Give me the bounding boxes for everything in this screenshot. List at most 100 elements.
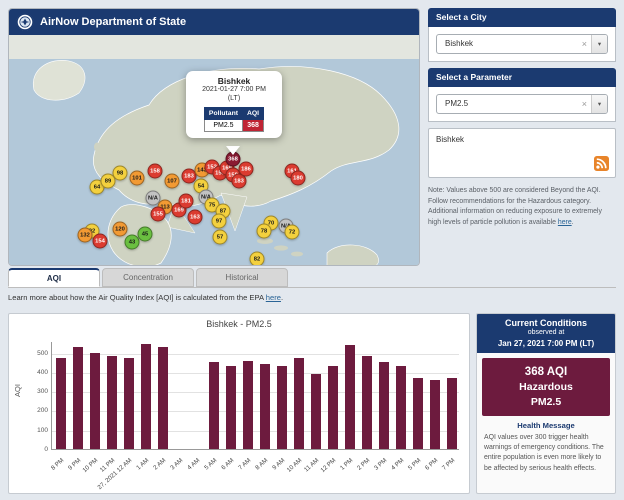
chart-bar[interactable]	[277, 366, 287, 449]
aqi-marker[interactable]: 101	[130, 171, 145, 186]
chart-bar[interactable]	[311, 374, 321, 449]
aqi-value: 368 AQI	[484, 364, 608, 381]
map-viewport[interactable]: 64988910115810718354N/A11315516918116392…	[9, 35, 419, 265]
chart-ytick-label: 300	[20, 388, 48, 395]
health-message-text: AQI values over 300 trigger health warni…	[477, 430, 615, 477]
map-card: AirNow Department of State 6498891011581…	[8, 8, 420, 266]
aqi-marker[interactable]: 57	[213, 230, 228, 245]
aqi-marker[interactable]: 72	[285, 225, 300, 240]
parameter-select-block: Select a Parameter PM2.5 × ▾	[428, 68, 616, 122]
app-title: AirNow Department of State	[40, 16, 186, 28]
rss-icon[interactable]	[594, 156, 609, 171]
marker-layer: 64988910115810718354N/A11315516918116392…	[9, 35, 419, 265]
aqi-value-box: 368 AQI Hazardous PM2.5	[482, 358, 610, 416]
health-message-title: Health Message	[477, 421, 615, 430]
popup-city: Bishkek	[191, 76, 277, 86]
popup-aqi-cell: 368	[242, 119, 263, 131]
tab-concentration[interactable]: Concentration	[102, 268, 194, 287]
aqi-marker[interactable]: 107	[165, 174, 180, 189]
aqi-marker[interactable]: 186	[239, 162, 254, 177]
chart-bar[interactable]	[124, 358, 134, 449]
map-header: AirNow Department of State	[9, 9, 419, 35]
chart-card: Bishkek - PM2.5 AQI 01002003004005008 PM…	[8, 313, 470, 494]
aqi-marker[interactable]: 132	[78, 228, 93, 243]
chart-bar[interactable]	[447, 378, 457, 449]
parameter-select-body: PM2.5 × ▾	[428, 87, 616, 122]
chart-bar[interactable]	[430, 380, 440, 449]
note-suffix: .	[572, 219, 574, 226]
clear-icon[interactable]: ×	[582, 95, 587, 114]
current-conditions-card: Current Conditions observed at Jan 27, 2…	[476, 313, 616, 494]
aqi-marker[interactable]: 154	[93, 234, 108, 249]
chart-bar[interactable]	[226, 366, 236, 449]
learn-more-prefix: Learn more about how the Air Quality Ind…	[8, 293, 266, 302]
aqi-marker[interactable]: 82	[250, 252, 265, 266]
note-link[interactable]: here	[558, 219, 572, 226]
aqi-marker[interactable]: 120	[113, 222, 128, 237]
tab-aqi[interactable]: AQI	[8, 268, 100, 287]
aqi-marker[interactable]: 181	[179, 194, 194, 209]
tab-divider	[8, 287, 616, 288]
chevron-down-icon[interactable]: ▾	[591, 95, 607, 113]
tabs: AQIConcentrationHistorical	[8, 268, 290, 288]
aqi-marker[interactable]: 155	[151, 207, 166, 222]
popup-pollutant-cell: PM2.5	[204, 119, 242, 131]
chart-ytick-label: 0	[20, 446, 48, 453]
chart-bar[interactable]	[90, 353, 100, 449]
aqi-marker[interactable]: 158	[148, 164, 163, 179]
map-popup: Bishkek 2021-01-27 7:00 PM (LT) Pollutan…	[186, 71, 282, 138]
chart-bar[interactable]	[107, 356, 117, 449]
chart-bar[interactable]	[345, 345, 355, 449]
chart-bar[interactable]	[56, 358, 66, 449]
popup-col-pollutant: Pollutant	[204, 107, 242, 119]
popup-col-aqi: AQI	[242, 107, 263, 119]
chart-bar[interactable]	[379, 362, 389, 449]
chart-ytick-label: 200	[20, 407, 48, 414]
note-text: Note: Values above 500 are considered Be…	[428, 186, 616, 229]
chart-bar[interactable]	[243, 361, 253, 449]
aqi-marker[interactable]: 89	[101, 174, 116, 189]
popup-timezone: (LT)	[191, 95, 277, 104]
chart-bar[interactable]	[328, 366, 338, 449]
tab-historical[interactable]: Historical	[196, 268, 288, 287]
aqi-parameter: PM2.5	[484, 395, 608, 410]
city-select-header: Select a City	[428, 8, 616, 27]
aqi-marker[interactable]: 97	[212, 214, 227, 229]
chart-plot: 01002003004005008 PM9 PM10 PM11 PM27, 20…	[51, 342, 459, 450]
chart-bar[interactable]	[396, 366, 406, 449]
city-select-body: Bishkek × ▾	[428, 27, 616, 62]
city-select[interactable]: Bishkek × ▾	[436, 34, 608, 54]
chart-bar[interactable]	[73, 347, 83, 449]
clear-icon[interactable]: ×	[582, 35, 587, 54]
parameter-select[interactable]: PM2.5 × ▾	[436, 94, 608, 114]
chevron-down-icon[interactable]: ▾	[591, 35, 607, 53]
aqi-marker[interactable]: 45	[138, 227, 153, 242]
chart-ytick-label: 500	[20, 350, 48, 357]
chart-gridline	[52, 354, 459, 355]
chart-title: Bishkek - PM2.5	[9, 314, 469, 329]
chart-bar[interactable]	[209, 362, 219, 449]
learn-more-suffix: .	[281, 293, 283, 302]
chart-bar[interactable]	[260, 364, 270, 449]
current-conditions-header: Current Conditions observed at Jan 27, 2…	[477, 314, 615, 353]
map-popup-tail	[226, 146, 240, 155]
learn-more-link[interactable]: here	[266, 293, 281, 302]
aqi-marker[interactable]: 163	[188, 210, 203, 225]
chart-bar[interactable]	[362, 356, 372, 449]
chart-bar[interactable]	[294, 358, 304, 449]
popup-datetime: 2021-01-27 7:00 PM	[191, 86, 277, 95]
current-conditions-subtitle: observed at	[479, 328, 613, 339]
feed-city-label: Bishkek	[429, 129, 615, 144]
chart-bar[interactable]	[158, 347, 168, 449]
aqi-marker[interactable]: 78	[257, 224, 272, 239]
parameter-select-header: Select a Parameter	[428, 68, 616, 87]
learn-more-text: Learn more about how the Air Quality Ind…	[8, 293, 283, 302]
city-select-block: Select a City Bishkek × ▾	[428, 8, 616, 62]
current-conditions-datetime: Jan 27, 2021 7:00 PM (LT)	[479, 339, 613, 348]
chart-bar[interactable]	[141, 344, 151, 449]
chart-bar[interactable]	[413, 378, 423, 449]
chart-ytick-label: 100	[20, 427, 48, 434]
aqi-marker[interactable]: 180	[291, 171, 306, 186]
aqi-category: Hazardous	[484, 380, 608, 395]
current-conditions-title: Current Conditions	[479, 318, 613, 328]
